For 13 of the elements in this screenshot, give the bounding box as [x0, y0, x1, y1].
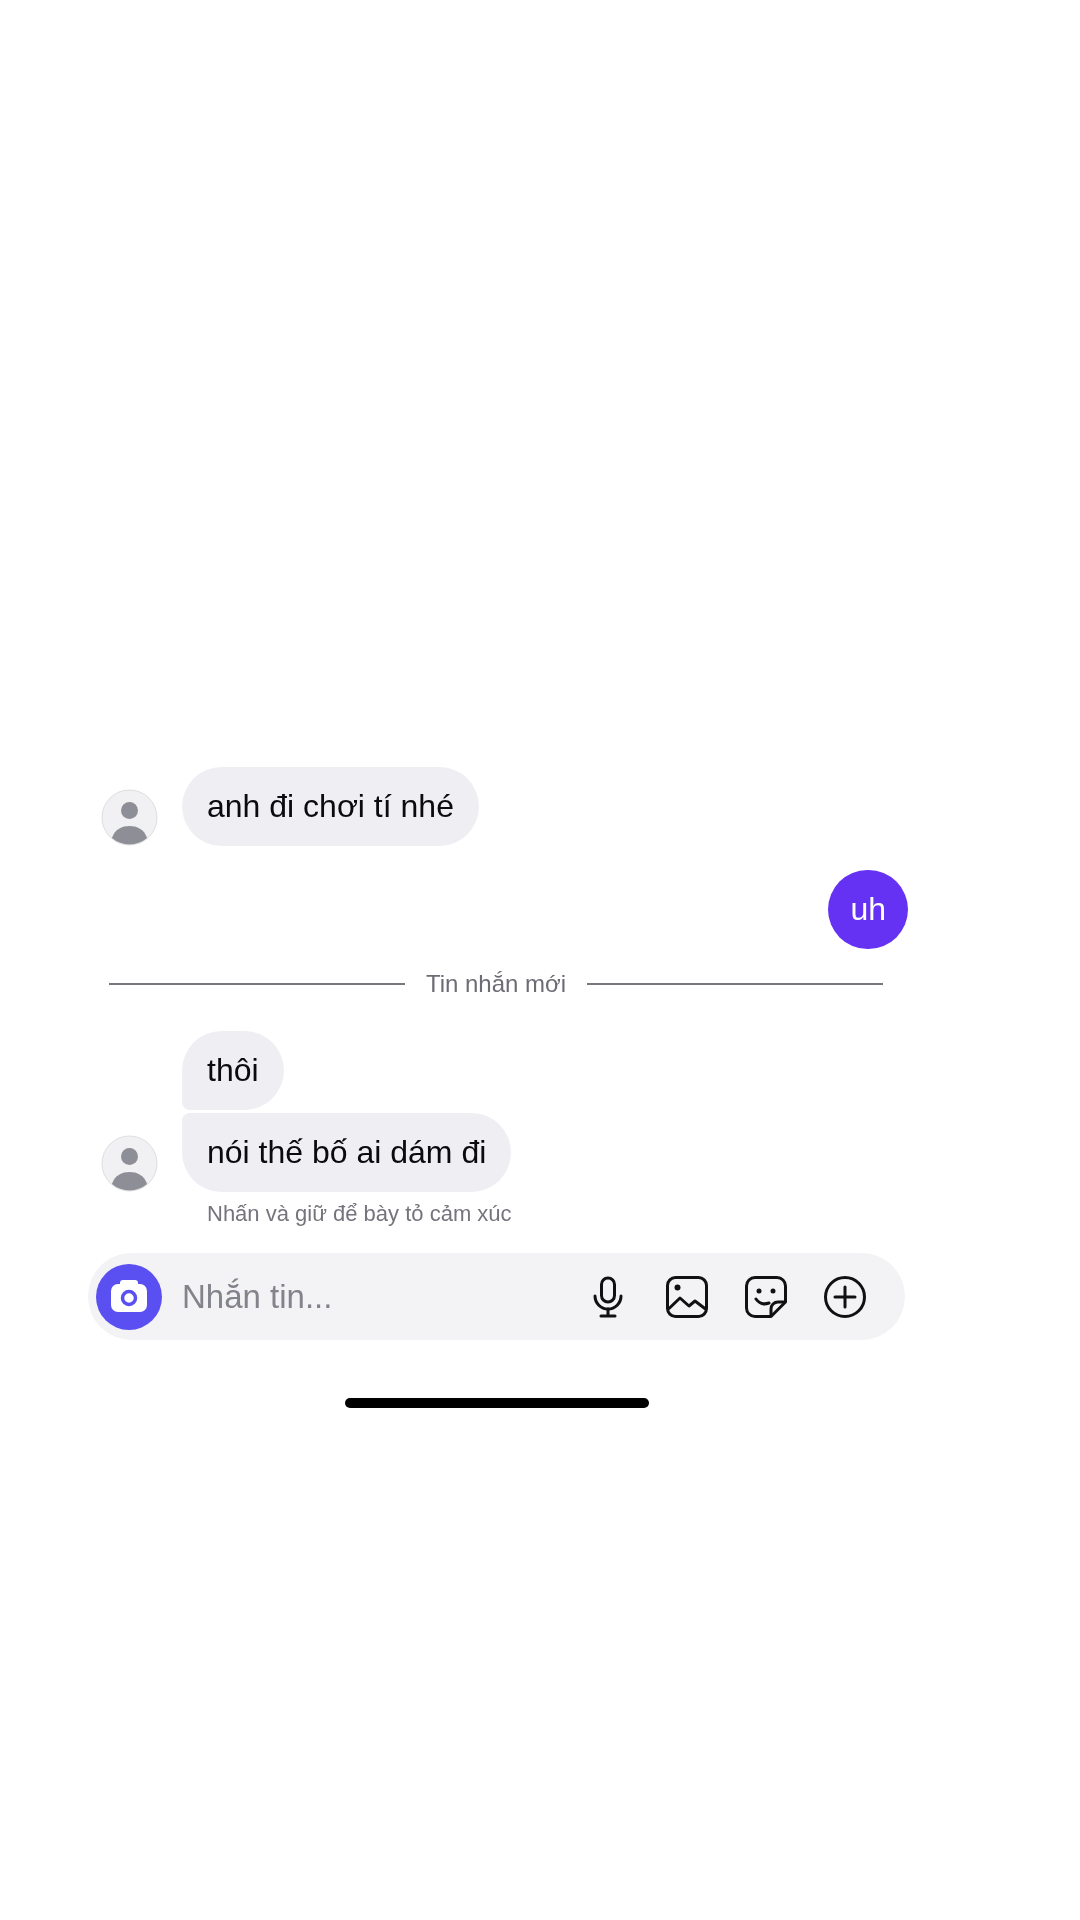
sticker-icon[interactable] [744, 1274, 788, 1319]
camera-icon[interactable] [96, 1263, 162, 1330]
image-icon[interactable] [665, 1274, 709, 1319]
add-icon[interactable] [823, 1274, 867, 1319]
message-input[interactable]: Nhắn tin... [182, 1275, 586, 1318]
received-message-bubble[interactable]: thôi [182, 1031, 284, 1110]
reaction-hint: Nhấn và giữ để bày tỏ cảm xúc [207, 1201, 512, 1227]
received-message-bubble[interactable]: nói thế bố ai dám đi [182, 1113, 512, 1192]
avatar-icon[interactable] [101, 1135, 158, 1192]
new-messages-label: Tin nhắn mới [425, 970, 567, 998]
sent-message-bubble[interactable]: uh [828, 870, 908, 949]
avatar-icon[interactable] [101, 789, 158, 846]
received-message-bubble[interactable]: anh đi chơi tí nhé [182, 767, 479, 846]
